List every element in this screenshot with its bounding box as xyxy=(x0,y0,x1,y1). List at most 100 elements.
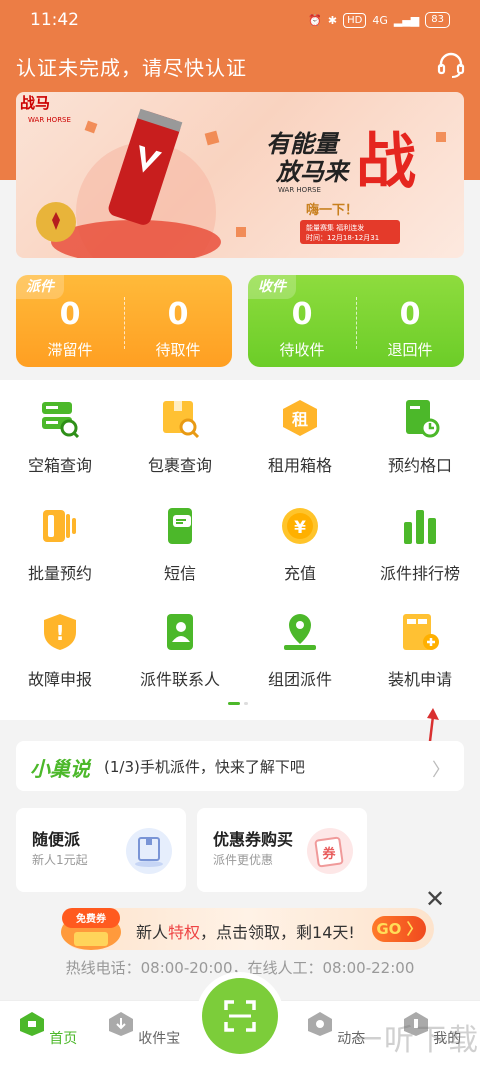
grid-label: 短信 xyxy=(163,564,196,583)
stranded-label: 滞留件 xyxy=(47,341,93,359)
grid-label: 装机申请 xyxy=(387,670,452,689)
banner-artwork: 战马 WAR HORSE 有能量 放马来 战 WAR HORSE 嗨一下！ 能量… xyxy=(20,94,446,258)
promo-card-casual-dispatch[interactable]: 随便派 新人1元起 xyxy=(16,808,186,892)
batch-reserve-icon xyxy=(43,510,76,542)
download-icon xyxy=(108,1012,133,1036)
news-text: (1/3)手机派件，快来了解下吧 xyxy=(104,758,305,776)
watermark: 一听下载 xyxy=(352,1023,480,1058)
pending-pickup-label: 待取件 xyxy=(155,341,201,359)
feature-grid: 空箱查询 包裹查询 租 租用箱格 预约格口 批量预约 短信 ¥ 充值 派件排行榜… xyxy=(0,380,480,720)
promo-subtitle: 派件更优惠 xyxy=(213,853,274,867)
stranded-count: 0 xyxy=(59,297,81,332)
parcel-search-icon xyxy=(163,401,200,438)
promo-title: 嗨一下！ xyxy=(306,202,358,218)
rent-locker-icon: 租 xyxy=(283,400,317,436)
svg-text:券: 券 xyxy=(321,846,336,862)
grid-item-contacts[interactable]: 派件联系人 xyxy=(120,594,240,694)
contacts-icon xyxy=(167,614,193,650)
empty-box-search-icon xyxy=(42,402,80,438)
promo-title: 随便派 xyxy=(32,830,81,849)
grid-item-rent-locker[interactable]: 租 租用箱格 xyxy=(240,380,360,480)
slogan-line1: 有能量 xyxy=(266,130,341,158)
returned-count: 0 xyxy=(399,297,421,332)
close-icon[interactable]: ✕ xyxy=(424,887,446,911)
grid-label: 包裹查询 xyxy=(147,456,212,475)
grid-label: 批量预约 xyxy=(27,564,92,583)
scan-icon xyxy=(224,1000,256,1032)
signal-icon: 4G xyxy=(372,13,388,27)
status-icons: ⏰ ✱ HD 4G ▂▄▆ 83 xyxy=(308,12,450,28)
battery-icon: 83 xyxy=(425,12,450,28)
app-header: 认证未完成，请尽快认证 xyxy=(16,50,466,82)
pending-pickup-stat[interactable]: 0 待取件 xyxy=(124,295,232,360)
status-time: 11:42 xyxy=(30,10,79,30)
pending-receive-stat[interactable]: 0 待收件 xyxy=(248,295,356,360)
grid-item-batch-reserve[interactable]: 批量预约 xyxy=(0,488,120,588)
grid-item-fault-report[interactable]: ! 故障申报 xyxy=(0,594,120,694)
activity-icon xyxy=(307,1012,332,1036)
grid-item-sms[interactable]: 短信 xyxy=(120,488,240,588)
page-indicator xyxy=(228,702,248,705)
nav-label: 首页 xyxy=(49,1031,78,1047)
svg-text:租: 租 xyxy=(292,410,308,429)
hd-badge: HD xyxy=(343,12,367,28)
grid-item-reserve-slot[interactable]: 预约格口 xyxy=(360,380,480,480)
reserve-slot-icon xyxy=(406,400,440,438)
promo-line2: 时间：12月18-12月31 xyxy=(306,233,379,242)
returned-label: 退回件 xyxy=(387,341,433,359)
new-user-text: 新人特权，点击领取，剩14天! xyxy=(136,923,355,942)
stranded-stat[interactable]: 0 滞留件 xyxy=(16,295,124,360)
svg-text:¥: ¥ xyxy=(294,518,306,538)
grid-label: 租用箱格 xyxy=(267,456,332,475)
new-user-banner[interactable]: 免费券 新人特权，点击领取，剩14天! GO 〉 xyxy=(61,908,434,950)
nav-receive-box[interactable]: 收件宝 xyxy=(96,1011,192,1048)
nav-label: 收件宝 xyxy=(138,1031,181,1047)
recharge-coin-icon: ¥ xyxy=(282,508,318,544)
headset-icon[interactable] xyxy=(436,50,466,80)
grid-label: 空箱查询 xyxy=(27,456,92,475)
bluetooth-icon: ✱ xyxy=(327,13,338,27)
news-brand: 小巢说 xyxy=(30,757,90,781)
pending-receive-label: 待收件 xyxy=(279,341,325,359)
install-apply-icon xyxy=(403,614,439,650)
coupon-icon: 券 xyxy=(307,828,353,874)
slogan-big-char: 战 xyxy=(356,127,416,197)
returned-stat[interactable]: 0 退回件 xyxy=(356,295,464,360)
home-icon xyxy=(19,1012,44,1036)
promo-subtitle: 新人1元起 xyxy=(32,853,88,867)
scan-button[interactable] xyxy=(202,978,278,1054)
brand-logo-en: WAR HORSE xyxy=(28,116,71,124)
free-coupon-badge: 免费券 xyxy=(61,908,121,950)
news-bar[interactable]: 小巢说 (1/3)手机派件，快来了解下吧 〉 xyxy=(16,741,464,791)
grid-item-group-dispatch[interactable]: 组团派件 xyxy=(240,594,360,694)
grid-item-recharge[interactable]: ¥ 充值 xyxy=(240,488,360,588)
slogan-brand-en: WAR HORSE xyxy=(278,186,321,194)
grid-item-empty-box-search[interactable]: 空箱查询 xyxy=(0,380,120,480)
receive-card: 收件 0 待收件 0 退回件 xyxy=(248,275,464,367)
alarm-icon: ⏰ xyxy=(308,13,322,27)
grid-item-ranking[interactable]: 派件排行榜 xyxy=(360,488,480,588)
verification-prompt[interactable]: 认证未完成，请尽快认证 xyxy=(16,52,247,81)
pending-receive-count: 0 xyxy=(291,297,313,332)
nav-home[interactable]: 首页 xyxy=(0,1011,96,1048)
grid-label: 派件联系人 xyxy=(139,670,220,689)
dispatch-card: 派件 0 滞留件 0 待取件 xyxy=(16,275,232,367)
promo-card-coupon-purchase[interactable]: 优惠券购买 派件更优惠 券 xyxy=(197,808,367,892)
status-bar: 11:42 ⏰ ✱ HD 4G ▂▄▆ 83 xyxy=(0,0,480,40)
promo-banner[interactable]: 战马 WAR HORSE 有能量 放马来 战 WAR HORSE 嗨一下！ 能量… xyxy=(16,92,464,258)
fault-report-icon: ! xyxy=(44,614,76,650)
svg-text:免费券: 免费券 xyxy=(76,912,107,925)
signal-bars-icon: ▂▄▆ xyxy=(393,13,420,27)
grid-item-install-apply[interactable]: 装机申请 xyxy=(360,594,480,694)
grid-label: 充值 xyxy=(283,564,316,583)
grid-label: 派件排行榜 xyxy=(379,564,460,583)
group-dispatch-icon xyxy=(284,614,316,650)
grid-item-parcel-search[interactable]: 包裹查询 xyxy=(120,380,240,480)
chevron-right-icon: 〉 xyxy=(432,760,450,781)
pending-pickup-count: 0 xyxy=(167,297,189,332)
slogan-line2: 放马来 xyxy=(275,158,351,186)
svg-text:!: ! xyxy=(55,621,64,645)
go-button[interactable]: GO 〉 xyxy=(372,916,426,942)
ranking-bars-icon xyxy=(404,510,436,544)
grid-label: 组团派件 xyxy=(267,670,332,689)
